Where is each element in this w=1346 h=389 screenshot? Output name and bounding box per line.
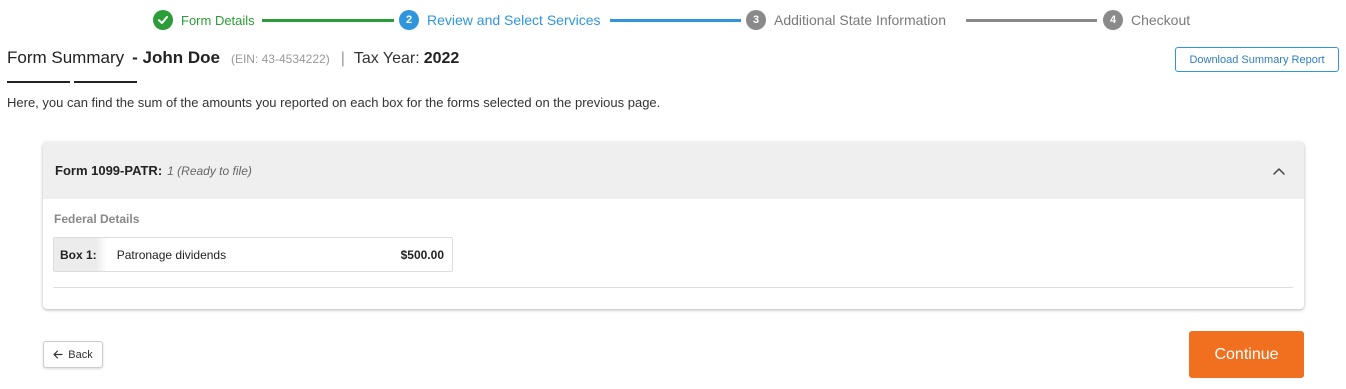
tax-year-label: Tax Year: xyxy=(353,50,420,67)
box-row: Box 1: Patronage dividends $500.00 xyxy=(53,237,453,272)
step-form-details[interactable]: Form Details xyxy=(153,8,255,32)
tax-year-value: 2022 xyxy=(423,50,460,67)
back-button[interactable]: Back xyxy=(43,341,103,368)
step-checkout: 4 Checkout xyxy=(1103,8,1190,32)
box-amount: $500.00 xyxy=(400,247,444,262)
payer-name: - John Doe xyxy=(132,48,220,67)
form-card-header[interactable]: Form 1099-PATR: 1 (Ready to file) xyxy=(43,142,1304,199)
step-label: Checkout xyxy=(1131,12,1191,28)
page-title: Form Summary xyxy=(7,48,125,67)
form-name: Form 1099-PATR: xyxy=(55,163,163,178)
stepper-connector xyxy=(966,19,1097,22)
progress-stepper: Form Details 2 Review and Select Service… xyxy=(0,8,1346,32)
stepper-connector xyxy=(610,19,741,22)
section-label: Federal Details xyxy=(54,212,140,226)
page-header: Form Summary - John Doe (EIN: 43-4534222… xyxy=(7,48,459,68)
step-number: 3 xyxy=(746,10,766,30)
download-summary-button[interactable]: Download Summary Report xyxy=(1175,47,1339,72)
step-label: Additional State Information xyxy=(774,12,946,28)
box-number: Box 1: xyxy=(54,238,107,271)
back-label: Back xyxy=(68,348,93,361)
divider xyxy=(53,287,1293,288)
box-description: Patronage dividends xyxy=(116,247,227,262)
arrow-left-icon xyxy=(53,348,63,362)
checkmark-icon xyxy=(153,10,173,30)
form-summary-card: Form 1099-PATR: 1 (Ready to file) Federa… xyxy=(43,142,1304,309)
step-review-services[interactable]: 2 Review and Select Services xyxy=(399,8,601,32)
chevron-up-icon[interactable] xyxy=(1272,164,1286,178)
payer-ein: (EIN: 43-4534222) xyxy=(230,52,330,66)
header-separator: | xyxy=(340,50,345,67)
continue-button[interactable]: Continue xyxy=(1189,331,1304,378)
step-state-information: 3 Additional State Information xyxy=(746,8,946,32)
step-label: Review and Select Services xyxy=(427,12,601,28)
title-underline xyxy=(7,81,70,83)
stepper-connector xyxy=(262,19,394,22)
step-number: 2 xyxy=(399,10,419,30)
intro-text: Here, you can find the sum of the amount… xyxy=(7,95,661,110)
step-label: Form Details xyxy=(181,12,255,28)
form-status: 1 (Ready to file) xyxy=(167,163,252,178)
title-underline xyxy=(74,81,137,83)
step-number: 4 xyxy=(1103,10,1123,30)
